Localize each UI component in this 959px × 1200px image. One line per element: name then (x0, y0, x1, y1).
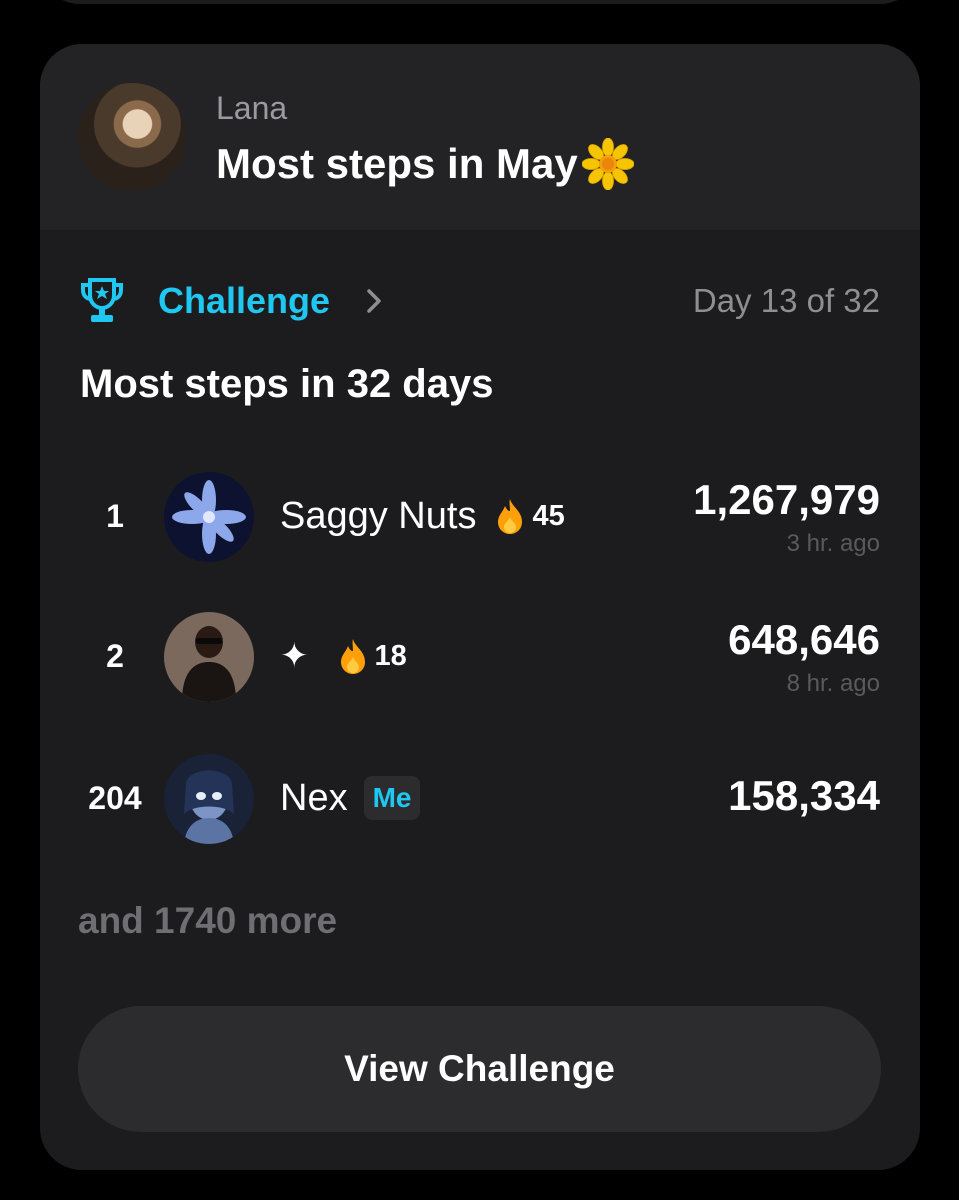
challenge-post-card: Lana Most steps in May Challenge Day 13 … (40, 44, 920, 1170)
author-name[interactable]: Lana (216, 90, 287, 127)
rank: 1 (106, 498, 124, 534)
avatar[interactable] (164, 754, 254, 844)
fire-icon (498, 499, 523, 534)
user-name: Saggy Nuts (280, 494, 477, 537)
user-name: ✦ (280, 637, 309, 675)
view-challenge-button[interactable]: View Challenge (78, 1006, 881, 1132)
day-progress: Day 13 of 32 (692, 282, 880, 319)
me-badge: Me (363, 776, 421, 820)
rank: 204 (88, 780, 142, 816)
streak-count: 18 (374, 639, 407, 672)
steps-count: 648,646 (728, 616, 880, 663)
last-updated: 3 hr. ago (786, 530, 880, 557)
post-title: Most steps in May (216, 138, 634, 190)
fire-icon (340, 639, 365, 674)
streak-count: 45 (532, 499, 565, 532)
rank: 2 (106, 638, 124, 674)
previous-card (40, 0, 920, 4)
author-avatar[interactable] (78, 83, 186, 191)
avatar[interactable] (164, 472, 254, 562)
steps-count: 1,267,979 (693, 476, 880, 523)
user-info: ✦ 18 (280, 610, 407, 702)
more-participants: and 1740 more (78, 900, 338, 941)
user-info: Nex Me (280, 752, 421, 844)
leaderboard-row-me[interactable]: 204 Nex Me 158,334 (40, 752, 920, 844)
post-title-text: Most steps in May (216, 140, 578, 187)
user-name: Nex (280, 776, 348, 819)
trophy-icon (81, 278, 123, 322)
user-info: Saggy Nuts 45 (280, 470, 565, 562)
avatar[interactable] (164, 612, 254, 702)
steps-count: 158,334 (728, 772, 880, 819)
chevron-right-icon (367, 289, 381, 313)
last-updated: 8 hr. ago (786, 670, 880, 697)
post-header: Lana Most steps in May (40, 44, 920, 230)
leaderboard-row[interactable]: 2 ✦ 18 648,646 8 hr. ago (40, 610, 920, 702)
challenge-label: Challenge (158, 280, 331, 321)
leaderboard-row[interactable]: 1 Saggy Nuts 45 1,267,979 3 hr. ago (40, 470, 920, 562)
challenge-title: Most steps in 32 days (80, 362, 494, 406)
sunflower-icon (581, 138, 634, 190)
